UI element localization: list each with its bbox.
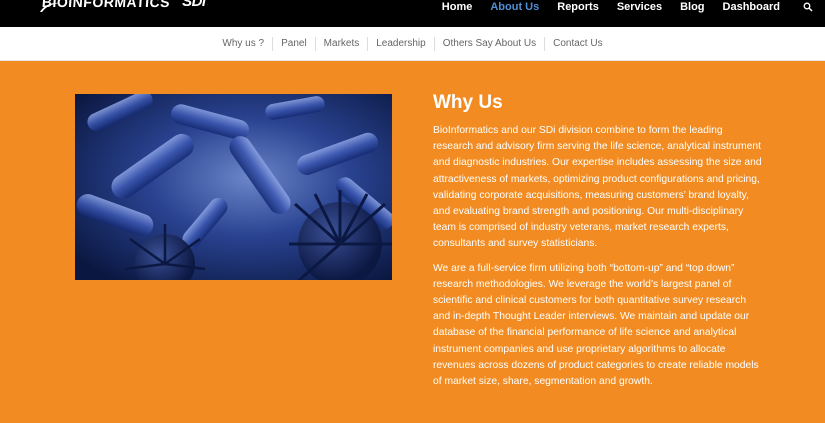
logo-text: BIOINFORMATICS	[41, 0, 171, 10]
nav-about-us[interactable]: About Us	[481, 0, 548, 16]
nav-reports[interactable]: Reports	[548, 0, 608, 16]
nav-dashboard[interactable]: Dashboard	[714, 0, 789, 16]
bioinformatics-logo[interactable]: BIOINFORMATICS SDi	[40, 0, 206, 16]
subnav-panel[interactable]: Panel	[272, 36, 315, 51]
main-nav: Home About Us Reports Services Blog Dash…	[433, 0, 789, 16]
subnav-contact-us[interactable]: Contact Us	[544, 36, 610, 51]
section-heading: Why Us	[433, 92, 503, 113]
intro-paragraph: BioInformatics and our SDi division comb…	[433, 125, 762, 250]
sdi-logo-text: SDi	[182, 0, 206, 10]
methodology-paragraph: We are a full-service firm utilizing bot…	[433, 262, 759, 388]
bacteria-hero-image	[75, 94, 392, 280]
subnav-leadership[interactable]: Leadership	[367, 36, 433, 51]
subnav-markets[interactable]: Markets	[314, 36, 368, 51]
subnav-why-us[interactable]: Why us ?	[214, 37, 272, 51]
top-navigation-bar: BIOINFORMATICS SDi Home About Us Reports…	[0, 0, 825, 27]
search-icon[interactable]	[803, 2, 813, 12]
nav-services[interactable]: Services	[608, 0, 671, 16]
nav-home[interactable]: Home	[433, 0, 482, 16]
subnav-others-say-about-us[interactable]: Others Say About Us	[433, 36, 544, 51]
why-us-section: Why Us BioInformatics and our SDi divisi…	[0, 61, 825, 423]
sub-nav: Why us ? Panel Markets Leadership Others…	[0, 27, 825, 61]
nav-blog[interactable]: Blog	[671, 0, 713, 16]
why-us-text: Why Us BioInformatics and our SDi divisi…	[433, 91, 763, 398]
